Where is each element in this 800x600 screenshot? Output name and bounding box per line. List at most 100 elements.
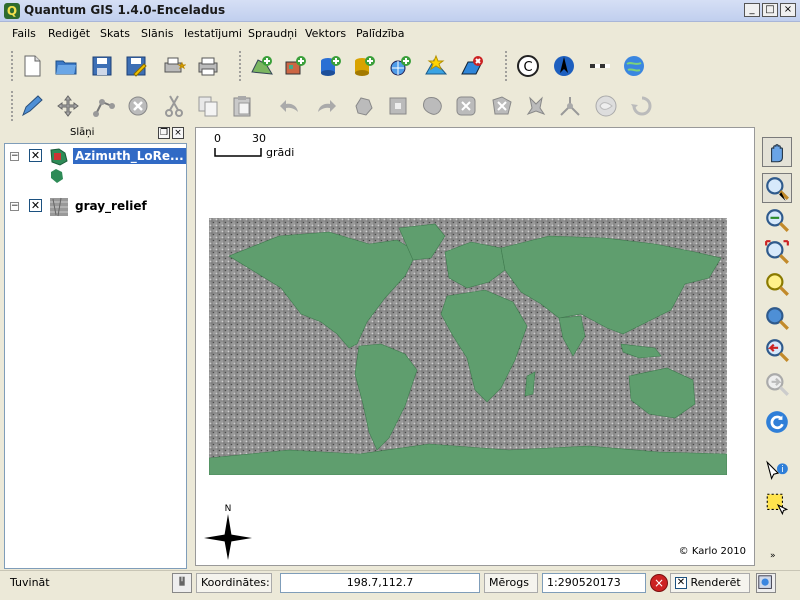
node-tool-icon[interactable] — [90, 92, 118, 120]
layer-row[interactable]: − ✕ gray_relief — [5, 196, 186, 218]
add-vector-layer-icon[interactable] — [248, 52, 276, 80]
move-feature-icon[interactable] — [54, 92, 82, 120]
paste-features-icon[interactable] — [228, 92, 256, 120]
add-postgis-layer-icon[interactable] — [316, 52, 344, 80]
delete-selected-icon[interactable] — [124, 92, 152, 120]
world-map[interactable] — [209, 218, 727, 475]
toolbar-grip[interactable] — [238, 50, 242, 82]
layer-visibility-checkbox[interactable]: ✕ — [29, 199, 42, 212]
remove-layer-icon[interactable] — [458, 52, 486, 80]
coordinates-label: Koordinātes: — [196, 573, 272, 593]
simplify-feature-icon[interactable] — [350, 92, 378, 120]
split-features-icon[interactable] — [556, 92, 584, 120]
north-arrow: N — [204, 504, 252, 560]
close-button[interactable]: × — [780, 3, 796, 17]
menu-help[interactable]: Palīdzība — [356, 27, 405, 40]
menu-fails[interactable]: Fails — [12, 27, 36, 40]
redo-icon[interactable] — [312, 92, 340, 120]
svg-text:C: C — [523, 60, 532, 75]
zoom-out-icon[interactable] — [762, 205, 792, 235]
refresh-icon[interactable] — [762, 407, 792, 437]
rotate-point-symbols-icon[interactable] — [628, 92, 656, 120]
save-as-icon[interactable] — [122, 52, 150, 80]
scale-label: Mērogs — [484, 573, 538, 593]
collapse-toggle[interactable]: − — [10, 152, 19, 161]
file-toolbar: C — [0, 46, 800, 86]
layers-panel-header: Slāņi ❐ × — [4, 127, 187, 141]
menu-bar: Fails Rediģēt Skats Slānis Iestatījumi S… — [0, 23, 800, 44]
add-ring-icon[interactable] — [384, 92, 412, 120]
identify-icon[interactable]: i — [762, 457, 792, 487]
minimize-button[interactable]: _ — [744, 3, 760, 17]
print-composer-icon[interactable] — [160, 52, 188, 80]
toolbar-overflow-icon[interactable]: » — [770, 551, 776, 561]
scale-field[interactable]: 1:290520173 — [542, 573, 646, 593]
scale-min-label: 0 — [214, 132, 221, 145]
scale-unit-label: grādi — [266, 146, 295, 159]
delete-part-icon[interactable] — [488, 92, 516, 120]
undock-panel-button[interactable]: ❐ — [158, 127, 170, 139]
pan-icon[interactable] — [762, 137, 792, 167]
menu-view[interactable]: Skats — [100, 27, 130, 40]
close-panel-button[interactable]: × — [172, 127, 184, 139]
zoom-last-icon[interactable] — [762, 335, 792, 365]
new-project-icon[interactable] — [18, 52, 46, 80]
add-spatialite-layer-icon[interactable] — [350, 52, 378, 80]
layer-name[interactable]: Azimuth_LoRe... — [73, 148, 186, 164]
zoom-in-icon[interactable] — [762, 173, 792, 203]
layer-visibility-checkbox[interactable]: ✕ — [29, 149, 42, 162]
copyright-label-icon[interactable]: C — [514, 52, 542, 80]
layer-legend-row — [5, 168, 186, 186]
menu-settings[interactable]: Iestatījumi — [184, 27, 242, 40]
save-project-icon[interactable] — [88, 52, 116, 80]
delete-ring-icon[interactable] — [452, 92, 480, 120]
copy-features-icon[interactable] — [194, 92, 222, 120]
zoom-to-selection-icon[interactable] — [762, 269, 792, 299]
menu-plugins[interactable]: Spraudņi — [248, 27, 297, 40]
undo-icon[interactable] — [276, 92, 304, 120]
render-toggle[interactable]: ✕ Renderēt — [670, 573, 750, 593]
projection-status-icon[interactable] — [756, 573, 776, 593]
georeferencer-icon[interactable] — [620, 52, 648, 80]
scale-bar-icon[interactable] — [586, 52, 614, 80]
scale-max-label: 30 — [252, 132, 266, 145]
north-label: N — [225, 504, 232, 514]
menu-vector[interactable]: Vektors — [305, 27, 346, 40]
stop-render-icon[interactable]: × — [650, 574, 668, 592]
toolbar-grip[interactable] — [10, 90, 14, 122]
add-wms-layer-icon[interactable] — [386, 52, 414, 80]
select-features-icon[interactable] — [762, 489, 792, 519]
title-bar: Q Quantum GIS 1.4.0-Enceladus _ □ × — [0, 0, 800, 22]
map-canvas[interactable]: 0 30 grādi N © Karlo 2010 — [195, 127, 755, 566]
new-vector-layer-icon[interactable] — [422, 52, 450, 80]
toolbar-grip[interactable] — [504, 50, 508, 82]
window-title: Quantum GIS 1.4.0-Enceladus — [24, 3, 226, 17]
zoom-full-icon[interactable] — [762, 237, 792, 267]
digitizing-toolbar — [0, 86, 800, 126]
app-icon: Q — [4, 3, 20, 19]
add-island-icon[interactable] — [418, 92, 446, 120]
collapse-toggle[interactable]: − — [10, 202, 19, 211]
toggle-editing-icon[interactable] — [18, 92, 46, 120]
layer-tree[interactable]: − ✕ Azimuth_LoRe... − ✕ gray_relief — [4, 143, 187, 569]
open-project-icon[interactable] — [52, 52, 80, 80]
zoom-to-layer-icon[interactable] — [762, 303, 792, 333]
layer-row[interactable]: − ✕ Azimuth_LoRe... — [5, 146, 186, 168]
menu-edit[interactable]: Rediģēt — [48, 27, 90, 40]
render-checkbox[interactable]: ✕ — [675, 577, 687, 589]
toolbar-grip[interactable] — [10, 50, 14, 82]
menu-layer[interactable]: Slānis — [141, 27, 174, 40]
zoom-next-icon[interactable] — [762, 369, 792, 399]
merge-features-icon[interactable] — [592, 92, 620, 120]
mouse-coords-toggle-icon[interactable] — [172, 573, 192, 593]
map-navigation-toolbar: i » — [756, 127, 800, 569]
print-icon[interactable] — [194, 52, 222, 80]
layer-name[interactable]: gray_relief — [73, 198, 149, 214]
coordinates-field[interactable]: 198.7,112.7 — [280, 573, 480, 593]
legend-swatch-icon — [51, 169, 63, 183]
north-arrow-icon[interactable] — [550, 52, 578, 80]
maximize-button[interactable]: □ — [762, 3, 778, 17]
add-raster-layer-icon[interactable] — [282, 52, 310, 80]
cut-features-icon[interactable] — [160, 92, 188, 120]
reshape-features-icon[interactable] — [522, 92, 550, 120]
